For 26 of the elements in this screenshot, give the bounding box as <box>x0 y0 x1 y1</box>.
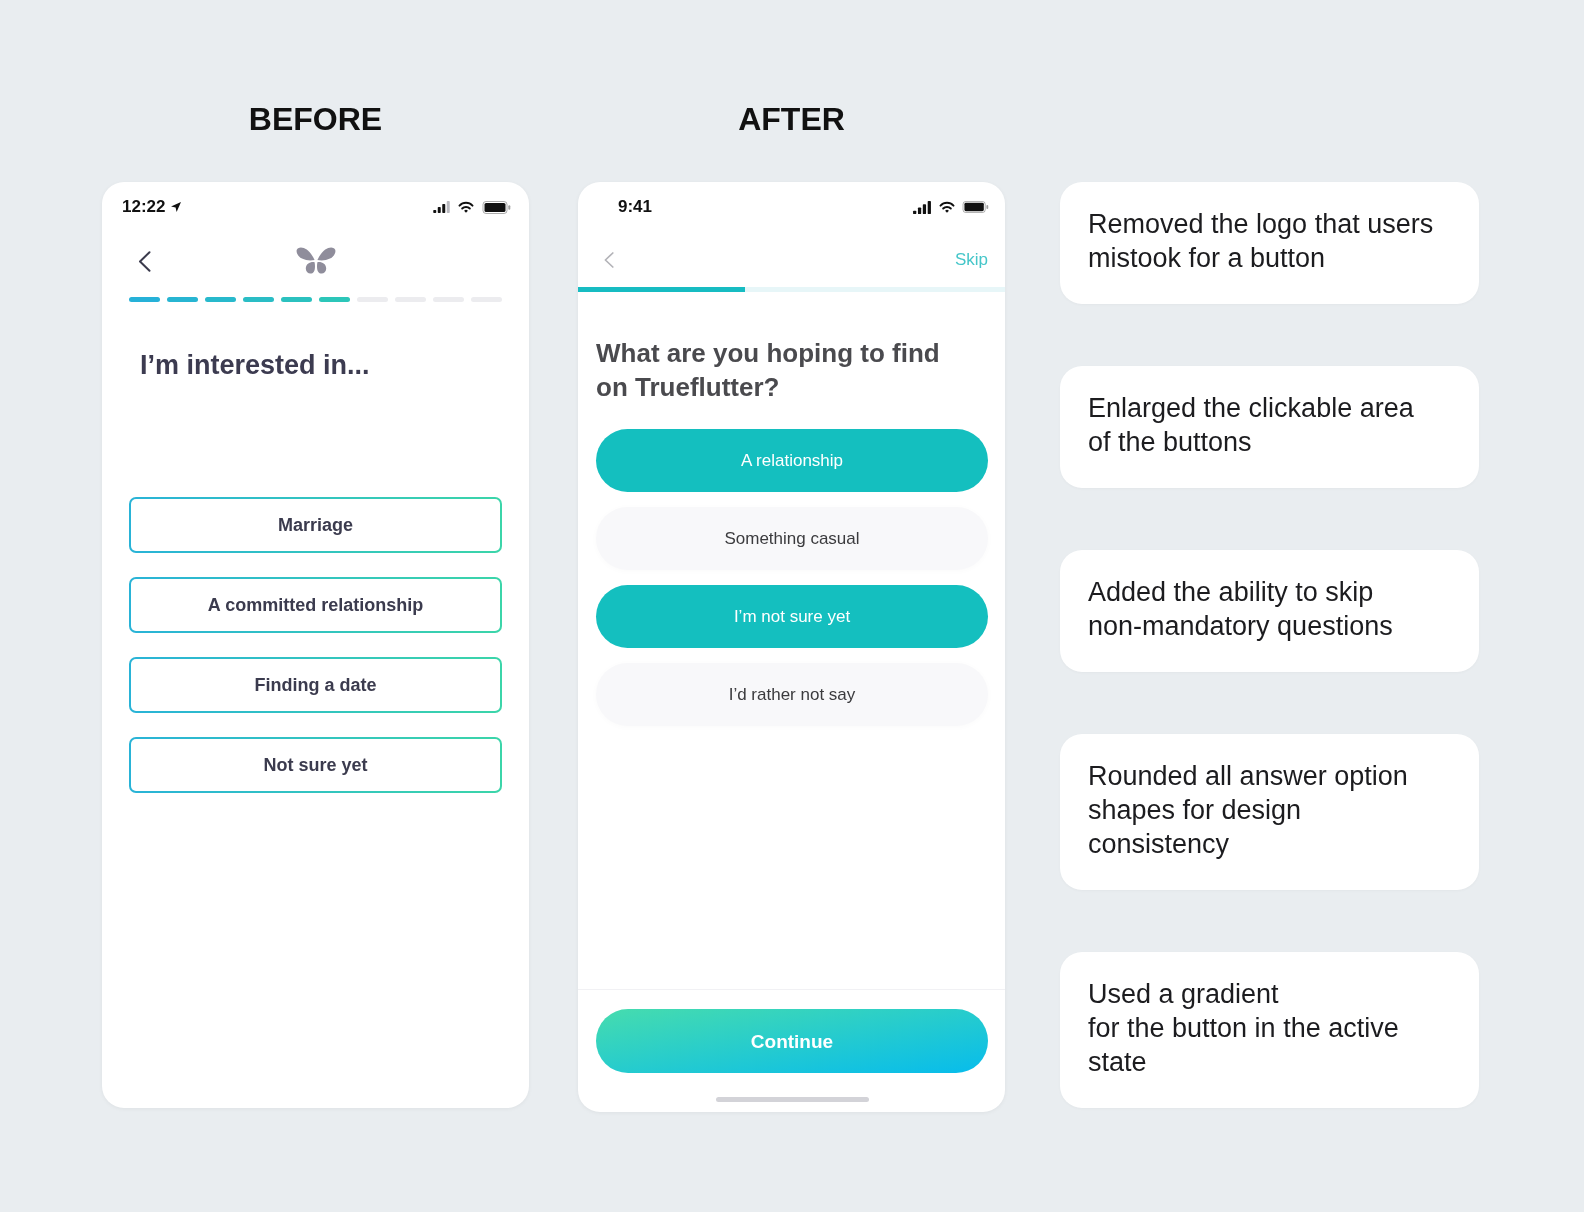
status-time: 9:41 <box>618 197 653 217</box>
chevron-left-icon[interactable] <box>138 250 151 272</box>
wifi-icon <box>458 201 474 213</box>
battery-icon <box>962 201 989 213</box>
signal-icon <box>912 200 932 214</box>
wifi-icon <box>939 201 955 213</box>
note-text: Removed the logo that users mistook for a button <box>1088 208 1435 275</box>
option-button[interactable]: Not sure yet <box>129 737 502 793</box>
option-button[interactable]: Marriage <box>129 497 502 553</box>
option-button[interactable]: A committed relationship <box>129 577 502 633</box>
screen-title: I’m interested in... <box>140 349 371 382</box>
butterfly-icon <box>295 247 336 275</box>
column-heading: AFTER <box>737 100 846 139</box>
note-text: Enlarged the clickable area of the buttons <box>1088 392 1415 459</box>
question-text: What are you hoping to find on Trueflutter? <box>596 337 941 404</box>
location-arrow-icon <box>171 202 182 212</box>
option-button[interactable]: Something casual <box>596 507 988 570</box>
note-text: Added the ability to skip non-mandatory questions <box>1088 576 1394 643</box>
signal-icon <box>433 201 450 213</box>
note-text: Used a gradient for the button in the active state <box>1088 978 1400 1079</box>
battery-icon <box>482 200 511 214</box>
status-time: 12:22 <box>122 197 166 217</box>
note-text: Rounded all answer option shapes for design consistency <box>1088 760 1409 861</box>
option-button[interactable]: I’d rather not say <box>596 663 988 726</box>
column-heading: BEFORE <box>247 100 384 139</box>
option-button[interactable]: Finding a date <box>129 657 502 713</box>
